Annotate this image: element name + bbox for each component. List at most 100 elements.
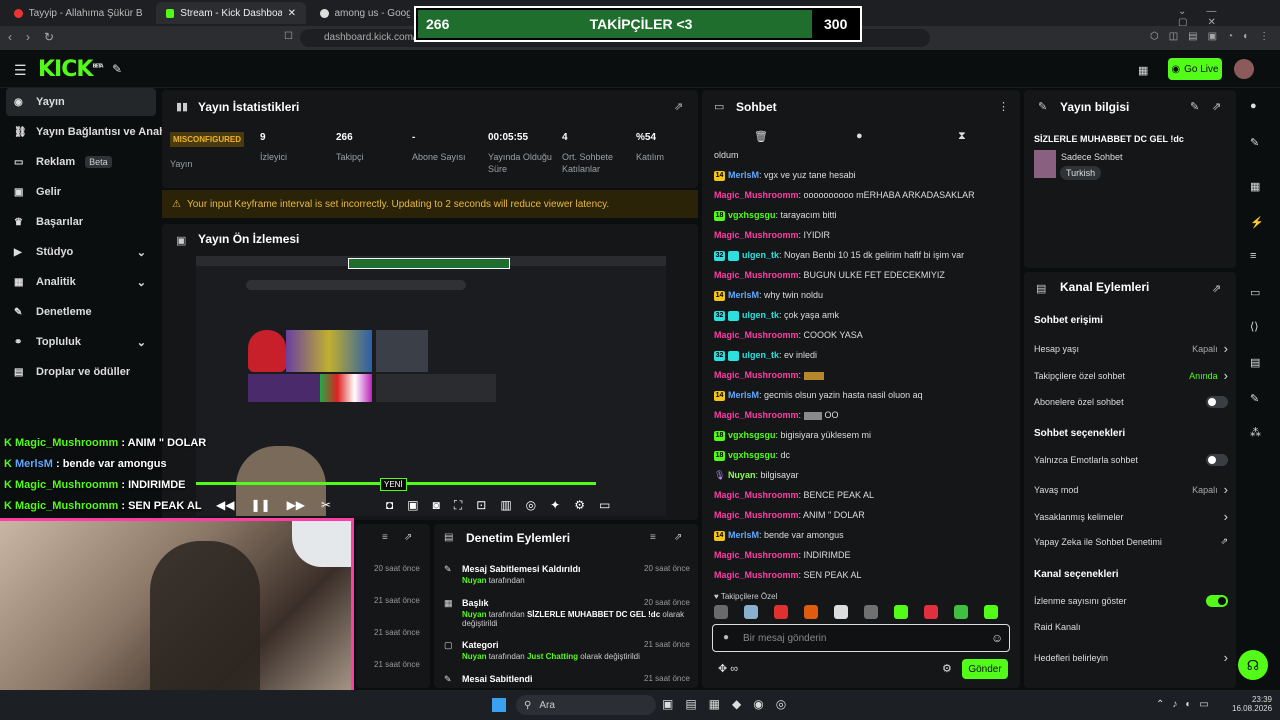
chat-message[interactable]: Magic_Mushroomm: oooooooooo mERHABA ARKA…: [714, 190, 975, 200]
chat-settings-icon[interactable]: ⚙: [942, 662, 952, 675]
emote-icon[interactable]: [804, 605, 818, 619]
sidebar-item[interactable]: ◉ Yayın: [6, 88, 156, 116]
start-icon[interactable]: [492, 698, 506, 712]
chat-username[interactable]: vgxhsgsgu: [728, 210, 776, 220]
pin-icon[interactable]: ✎: [112, 62, 122, 76]
camera-icon[interactable]: ◘: [386, 498, 393, 513]
chevron-down-icon[interactable]: ⌄: [137, 336, 146, 349]
channel-setting-row[interactable]: Yavaş mod Kapalı ›: [1034, 482, 1228, 497]
chat-username[interactable]: Magic_Mushroomm: [714, 330, 799, 340]
channel-setting-row[interactable]: İzlenme sayısını göster: [1034, 595, 1228, 607]
pip-icon[interactable]: ▣: [407, 498, 418, 513]
browser-toolbar-icons[interactable]: ⬡◫▤▣◔◐⋮: [1150, 31, 1279, 42]
chat-username[interactable]: Magic_Mushroomm: [714, 550, 799, 560]
chat-message[interactable]: Magic_Mushroomm: IYIDIR: [714, 230, 830, 240]
chat-icon[interactable]: ▭: [1250, 286, 1260, 299]
chat-username[interactable]: Nuyan: [728, 470, 756, 480]
chat-message[interactable]: 14 MerlsM: gecmis olsun yazin hasta nasil…: [714, 390, 923, 401]
chevron-down-icon[interactable]: ⌄: [137, 276, 146, 289]
chat-username[interactable]: ulgen_tk: [742, 310, 779, 320]
setting-control[interactable]: Kapalı ›: [1192, 482, 1228, 497]
browser-tab[interactable]: among us - Google'da Ar: [310, 2, 420, 24]
chat-username[interactable]: Magic_Mushroomm: [714, 370, 799, 380]
chat-bubble-icon[interactable]: ●: [856, 130, 863, 142]
trash-icon[interactable]: 🗑: [754, 130, 768, 143]
chat-message[interactable]: 18 vgxhsgsgu: bigisiyara yüklesem mi: [714, 430, 871, 441]
chat-message[interactable]: 18 vgxhsgsgu: dc: [714, 450, 790, 461]
sidebar-item[interactable]: ▦ Analitik ⌄: [6, 268, 156, 296]
chat-username[interactable]: ulgen_tk: [742, 350, 779, 360]
sidebar-item[interactable]: ▣ Gelir: [6, 178, 156, 206]
stream-preview-video[interactable]: YENİ: [196, 256, 666, 516]
taskbar-search[interactable]: ⚲ Ara: [516, 695, 656, 715]
sidebar-item[interactable]: ▶ Stüdyo ⌄: [6, 238, 156, 266]
bookmark-icon[interactable]: ☐: [284, 31, 293, 42]
settings-icon[interactable]: ⚙: [574, 498, 585, 513]
emote-icon[interactable]: [894, 605, 908, 619]
fullscreen-icon[interactable]: ⛶: [454, 498, 462, 513]
pause-icon[interactable]: ❚❚: [250, 498, 270, 512]
forward-icon[interactable]: ▶▶: [287, 498, 305, 512]
setting-control[interactable]: [1206, 454, 1228, 466]
emote-icon[interactable]: [864, 605, 878, 619]
chat-extras-icon[interactable]: ✥ ∞: [718, 662, 738, 675]
info-icon[interactable]: ●: [1250, 100, 1257, 112]
channel-setting-row[interactable]: Hesap yaşı Kapalı ›: [1034, 341, 1228, 356]
chat-message[interactable]: 🎙 Nuyan: bilgisayar: [714, 470, 799, 481]
chat-username[interactable]: vgxhsgsgu: [728, 430, 776, 440]
setting-control[interactable]: Kapalı ›: [1192, 341, 1228, 356]
popout-icon[interactable]: ⇗: [1212, 282, 1221, 295]
sidebar-item[interactable]: ▭ Reklam Beta: [6, 148, 156, 176]
crop-icon[interactable]: ⊡: [476, 498, 486, 513]
chat-username[interactable]: Magic_Mushroomm: [714, 230, 799, 240]
chat-menu-icon[interactable]: ⋮: [998, 100, 1009, 113]
chat-message[interactable]: Magic_Mushroomm: BUGUN ULKE FET EDECEKMI…: [714, 270, 945, 280]
emote-icon[interactable]: [924, 605, 938, 619]
setting-control[interactable]: [1206, 595, 1228, 607]
emote-icon[interactable]: [984, 605, 998, 619]
community-icon[interactable]: ⁂: [1250, 426, 1261, 439]
emote-icon[interactable]: [774, 605, 788, 619]
popout-icon[interactable]: ⇗: [1212, 100, 1221, 113]
grid-icon[interactable]: ▦: [1250, 180, 1260, 193]
hamburger-menu-icon[interactable]: ☰: [14, 62, 27, 79]
embed-icon[interactable]: ⟨⟩: [1250, 320, 1259, 333]
chat-username[interactable]: MerlsM: [728, 530, 759, 540]
chat-username[interactable]: Magic_Mushroomm: [714, 190, 799, 200]
list-icon[interactable]: ≡: [1250, 250, 1256, 262]
emote-icon[interactable]: [834, 605, 848, 619]
setting-control[interactable]: ⇗: [1220, 536, 1228, 547]
chat-message[interactable]: Magic_Mushroomm: BENCE PEAK AL: [714, 490, 874, 500]
chat-message[interactable]: Magic_Mushroomm: ANIM " DOLAR: [714, 510, 865, 520]
setting-control[interactable]: Anında ›: [1189, 368, 1228, 383]
kick-logo[interactable]: KICKBETA: [38, 57, 104, 82]
tool-icon[interactable]: ✎: [1250, 392, 1259, 405]
sparkle-icon[interactable]: ✦: [550, 498, 560, 513]
popout-icon[interactable]: ⇗: [674, 532, 682, 543]
sidebar-item[interactable]: ⛓ Yayın Bağlantısı ve Anahtar: [6, 118, 180, 146]
setting-control[interactable]: ›: [1224, 650, 1228, 665]
record-icon[interactable]: ◙: [433, 498, 440, 513]
emote-icon[interactable]: [744, 605, 758, 619]
popout-icon[interactable]: ⇗: [404, 532, 412, 543]
theater-icon[interactable]: ▭: [599, 498, 610, 513]
nav-buttons[interactable]: ‹›↻: [8, 30, 68, 44]
sidebar-item[interactable]: ♛ Başarılar: [6, 208, 156, 236]
edit-icon[interactable]: ✎: [1190, 100, 1199, 113]
chat-message[interactable]: Magic_Mushroomm: OO: [714, 410, 839, 420]
chat-message[interactable]: Magic_Mushroomm:: [714, 370, 827, 380]
channel-setting-row[interactable]: Takipçilere özel sohbet Anında ›: [1034, 368, 1228, 383]
filter-icon[interactable]: ≡: [382, 532, 388, 543]
emoji-icon[interactable]: ☺: [991, 631, 1003, 645]
tab-close-icon[interactable]: ✕: [288, 8, 296, 19]
go-live-button[interactable]: ◉ Go Live: [1168, 58, 1222, 80]
layout-icon[interactable]: ▤: [1250, 356, 1260, 369]
setting-control[interactable]: ›: [1224, 509, 1228, 524]
stats-icon[interactable]: ▥: [500, 498, 511, 513]
mod-action-actor[interactable]: Nuyan: [462, 610, 486, 619]
setting-control[interactable]: [1206, 396, 1228, 408]
hourglass-icon[interactable]: ⧗: [958, 130, 966, 143]
theater-mode-icon[interactable]: ▦: [1138, 64, 1148, 77]
chat-message[interactable]: 14 MerlsM: bende var amongus: [714, 530, 844, 541]
chat-username[interactable]: Magic_Mushroomm: [714, 570, 799, 580]
